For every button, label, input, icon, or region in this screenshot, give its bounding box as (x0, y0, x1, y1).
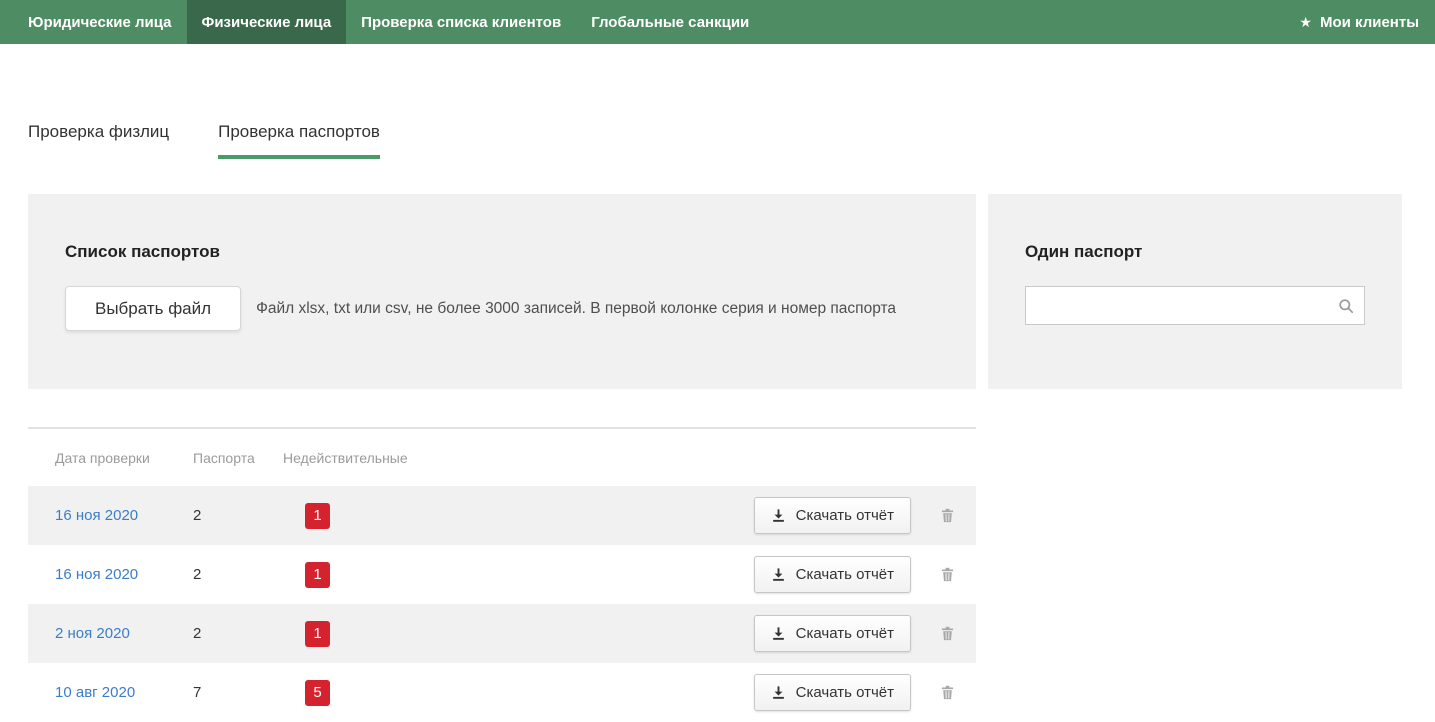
nav-my-clients[interactable]: ★ Мои клиенты (1284, 0, 1435, 44)
download-icon (771, 685, 786, 700)
download-report-button[interactable]: Скачать отчёт (754, 674, 911, 711)
nav-tab-client-list-check[interactable]: Проверка списка клиентов (346, 0, 576, 44)
invalid-count-badge: 1 (305, 562, 330, 588)
passports-count: 7 (193, 684, 283, 701)
table-row: 16 ноя 2020 2 1 Скачать отчёт (28, 545, 976, 604)
download-report-label: Скачать отчёт (796, 566, 894, 583)
report-date-link[interactable]: 10 авг 2020 (55, 684, 193, 701)
delete-report-icon[interactable] (941, 685, 954, 700)
table-row: 16 ноя 2020 2 1 Скачать отчёт (28, 486, 976, 545)
passports-count: 2 (193, 625, 283, 642)
nav-my-clients-label: Мои клиенты (1320, 14, 1419, 31)
star-icon: ★ (1299, 15, 1312, 29)
invalid-count-badge: 1 (305, 621, 330, 647)
invalid-cell: 1 (283, 562, 754, 588)
single-passport-panel: Один паспорт (988, 194, 1402, 389)
download-report-label: Скачать отчёт (796, 684, 894, 701)
column-header-date: Дата проверки (55, 450, 193, 466)
delete-report-icon[interactable] (941, 508, 954, 523)
report-date-link[interactable]: 16 ноя 2020 (55, 507, 193, 524)
checks-history-table: Дата проверки Паспорта Недействительные … (28, 427, 976, 722)
invalid-cell: 5 (283, 680, 754, 706)
passports-count: 2 (193, 507, 283, 524)
panels-row: Список паспортов Выбрать файл Файл xlsx,… (28, 194, 1402, 389)
download-report-button[interactable]: Скачать отчёт (754, 615, 911, 652)
download-icon (771, 567, 786, 582)
download-report-button[interactable]: Скачать отчёт (754, 497, 911, 534)
main-nav: Юридические лица Физические лица Проверк… (0, 0, 1435, 44)
report-date-link[interactable]: 2 ноя 2020 (55, 625, 193, 642)
passport-search-input[interactable] (1025, 286, 1365, 325)
column-header-passports: Паспорта (193, 450, 283, 466)
nav-tab-global-sanctions[interactable]: Глобальные санкции (576, 0, 764, 44)
choose-file-button[interactable]: Выбрать файл (65, 286, 241, 331)
nav-tab-individuals[interactable]: Физические лица (187, 0, 347, 44)
sub-nav: Проверка физлиц Проверка паспортов (0, 44, 1435, 159)
main-nav-tabs: Юридические лица Физические лица Проверк… (0, 0, 764, 44)
invalid-cell: 1 (283, 621, 754, 647)
table-row: 2 ноя 2020 2 1 Скачать отчёт (28, 604, 976, 663)
download-icon (771, 626, 786, 641)
passports-count: 2 (193, 566, 283, 583)
delete-report-icon[interactable] (941, 567, 954, 582)
column-header-invalid: Недействительные (283, 450, 954, 466)
nav-tab-legal-entities[interactable]: Юридические лица (13, 0, 187, 44)
tab-check-passports[interactable]: Проверка паспортов (218, 122, 380, 159)
invalid-count-badge: 1 (305, 503, 330, 529)
table-header-row: Дата проверки Паспорта Недействительные (28, 429, 976, 486)
invalid-count-badge: 5 (305, 680, 330, 706)
invalid-cell: 1 (283, 503, 754, 529)
upload-row: Выбрать файл Файл xlsx, txt или csv, не … (65, 286, 939, 331)
passport-search (1025, 286, 1365, 325)
single-passport-title: Один паспорт (1025, 242, 1365, 262)
passport-list-title: Список паспортов (65, 242, 939, 262)
passport-list-panel: Список паспортов Выбрать файл Файл xlsx,… (28, 194, 976, 389)
report-date-link[interactable]: 16 ноя 2020 (55, 566, 193, 583)
search-icon[interactable] (1338, 298, 1354, 314)
download-report-label: Скачать отчёт (796, 625, 894, 642)
file-format-hint: Файл xlsx, txt или csv, не более 3000 за… (256, 300, 896, 318)
download-report-label: Скачать отчёт (796, 507, 894, 524)
table-row: 10 авг 2020 7 5 Скачать отчёт (28, 663, 976, 722)
tab-check-individuals[interactable]: Проверка физлиц (28, 122, 169, 159)
delete-report-icon[interactable] (941, 626, 954, 641)
download-report-button[interactable]: Скачать отчёт (754, 556, 911, 593)
download-icon (771, 508, 786, 523)
